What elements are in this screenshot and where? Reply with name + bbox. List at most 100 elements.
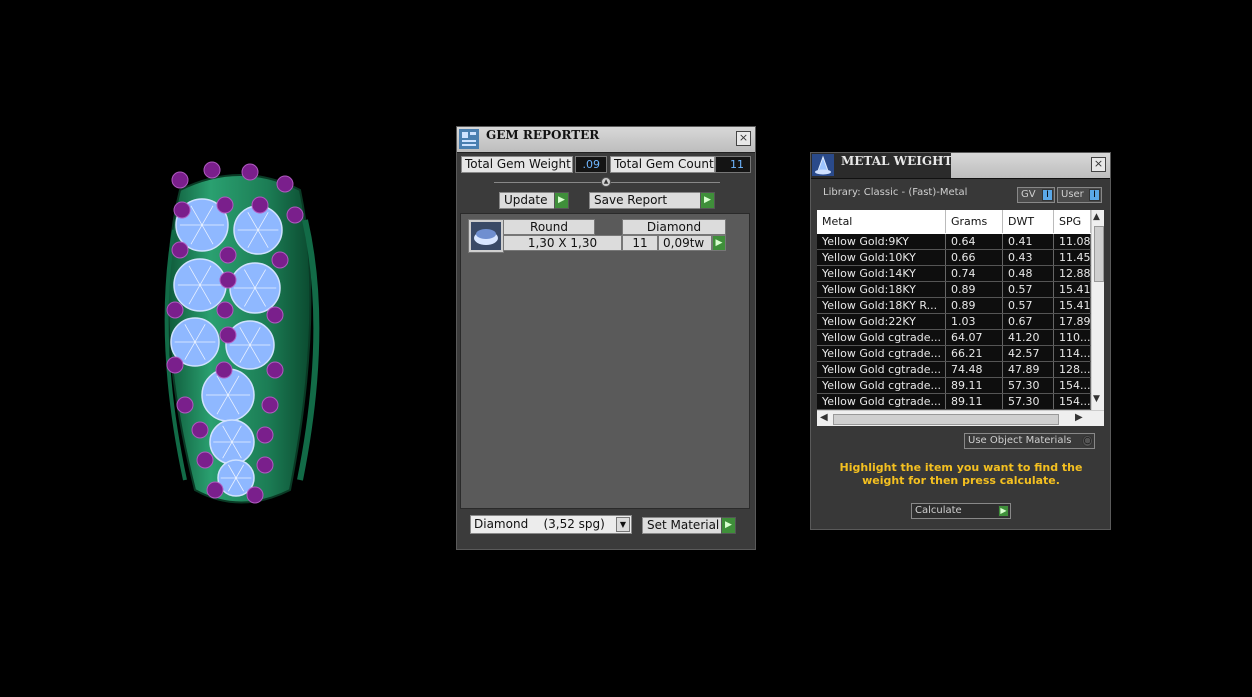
calculate-button[interactable]: Calculate ▶ [911, 503, 1011, 519]
prong [176, 396, 194, 414]
table-row[interactable]: Yellow Gold:9KY 0.64 0.41 11.08 [817, 234, 1091, 250]
table-cell: 0.64 [946, 234, 1003, 249]
prong [196, 451, 214, 469]
table-cell: 15.41 [1054, 298, 1091, 313]
table-cell: Yellow Gold cgtrade... [817, 394, 946, 409]
h-scrollbar-thumb[interactable] [833, 414, 1059, 425]
material-select-value: Diamond (3,52 spg) [474, 517, 605, 531]
table-cell: Yellow Gold cgtrade... [817, 362, 946, 377]
metal-weights-close-icon[interactable]: × [1091, 157, 1106, 172]
table-cell: 0.67 [1003, 314, 1054, 329]
table-cell: Yellow Gold:18KY R... [817, 298, 946, 313]
scroll-left-icon[interactable]: ◀ [820, 412, 828, 423]
use-object-materials-toggle[interactable]: Use Object Materials ○ [964, 433, 1095, 449]
use-object-materials-indicator-icon: ○ [1082, 435, 1093, 447]
material-select[interactable]: Diamond (3,52 spg) ▼ [470, 515, 632, 534]
table-row[interactable]: Yellow Gold:18KY R... 0.89 0.57 15.41 [817, 298, 1091, 314]
user-toggle[interactable]: User I [1057, 187, 1102, 203]
vertical-scrollbar[interactable]: ▲ ▼ [1091, 210, 1104, 410]
user-toggle-indicator-icon: I [1089, 189, 1100, 201]
update-go-icon: ▶ [554, 192, 569, 209]
table-row[interactable]: Yellow Gold:14KY 0.74 0.48 12.88 [817, 266, 1091, 282]
prong [166, 301, 184, 319]
prong [171, 241, 189, 259]
column-header-dwt[interactable]: DWT [1003, 210, 1054, 233]
user-toggle-label: User [1061, 189, 1084, 200]
prong [206, 481, 224, 499]
column-header-spg[interactable]: SPG [1054, 210, 1091, 233]
gem-reporter-titlebar[interactable]: GEM REPORTER × [457, 127, 755, 153]
table-row[interactable]: Yellow Gold:22KY 1.03 0.67 17.89 [817, 314, 1091, 330]
gem-count: 11 [622, 235, 658, 251]
table-cell: 57.30 [1003, 378, 1054, 393]
table-cell: 47.89 [1003, 362, 1054, 377]
prong [173, 201, 191, 219]
viewport-ring-model[interactable] [140, 160, 340, 520]
prong [191, 421, 209, 439]
column-header-grams[interactable]: Grams [946, 210, 1003, 233]
total-gem-weight-value: .09 [575, 156, 607, 173]
gem-list-item[interactable]: Round Diamond 1,30 X 1,30 11 0,09tw ▶ [468, 219, 726, 253]
gem-reporter-close-icon[interactable]: × [736, 131, 751, 146]
table-row[interactable]: Yellow Gold cgtrade... 74.48 47.89 128... [817, 362, 1091, 378]
gem-reporter-panel: GEM REPORTER × Total Gem Weight .09 Tota… [456, 126, 756, 550]
prong [266, 306, 284, 324]
table-row[interactable]: Yellow Gold cgtrade... 64.07 41.20 110... [817, 330, 1091, 346]
table-cell: 11.08 [1054, 234, 1091, 249]
metal-weights-titlebar[interactable]: METAL WEIGHTS × [811, 153, 1110, 179]
prong [171, 171, 189, 189]
table-cell: 17.89 [1054, 314, 1091, 329]
prong [286, 206, 304, 224]
round-gem-thumbnail-icon [468, 219, 504, 253]
column-header-metal[interactable]: Metal [817, 210, 946, 233]
scroll-down-icon[interactable]: ▼ [1093, 394, 1100, 404]
total-gem-weight-label: Total Gem Weight [461, 156, 573, 173]
gv-toggle[interactable]: GV I [1017, 187, 1055, 203]
table-cell: Yellow Gold:22KY [817, 314, 946, 329]
update-button-label: Update [504, 193, 548, 207]
prong [216, 301, 234, 319]
table-cell: 0.57 [1003, 282, 1054, 297]
gem-reporter-app-icon [459, 129, 479, 149]
chevron-down-icon: ▼ [616, 517, 630, 532]
metal-weights-title: METAL WEIGHTS [841, 154, 962, 168]
table-cell: 12.88 [1054, 266, 1091, 281]
table-cell: Yellow Gold:14KY [817, 266, 946, 281]
table-cell: Yellow Gold:10KY [817, 250, 946, 265]
update-button[interactable]: Update ▶ [499, 192, 569, 209]
table-row[interactable]: Yellow Gold:18KY 0.89 0.57 15.41 [817, 282, 1091, 298]
prong [219, 271, 237, 289]
gem-material: Diamond [622, 219, 726, 235]
set-material-button[interactable]: Set Material ▶ [642, 517, 736, 534]
gem-row-go-button[interactable]: ▶ [712, 235, 726, 251]
table-cell: 114... [1054, 346, 1091, 361]
table-row[interactable]: Yellow Gold:10KY 0.66 0.43 11.45 [817, 250, 1091, 266]
save-report-button[interactable]: Save Report ▶ [589, 192, 715, 209]
metal-weights-table: Metal Grams DWT SPG Yellow Gold:9KY 0.64 0… [817, 210, 1104, 426]
table-cell: 64.07 [946, 330, 1003, 345]
use-object-materials-label: Use Object Materials [968, 435, 1072, 446]
save-report-go-icon: ▶ [700, 192, 715, 209]
gv-toggle-indicator-icon: I [1042, 189, 1053, 201]
table-row[interactable]: Yellow Gold cgtrade... 66.21 42.57 114... [817, 346, 1091, 362]
total-gem-count-value: 11 [715, 156, 751, 173]
table-cell: 154... [1054, 394, 1091, 409]
table-cell: 11.45 [1054, 250, 1091, 265]
scroll-right-icon[interactable]: ▶ [1075, 412, 1083, 423]
table-row[interactable]: Yellow Gold cgtrade... 89.11 57.30 154... [817, 394, 1091, 410]
table-cell: 57.30 [1003, 394, 1054, 409]
prong [203, 161, 221, 179]
table-cell: 110... [1054, 330, 1091, 345]
panel-splitter-handle[interactable]: ▲ [601, 177, 611, 187]
prong [216, 196, 234, 214]
prong [266, 361, 284, 379]
table-cell: 15.41 [1054, 282, 1091, 297]
horizontal-scrollbar[interactable]: ◀ ▶ [817, 410, 1104, 426]
scrollbar-thumb[interactable] [1094, 226, 1104, 282]
table-cell: 0.66 [946, 250, 1003, 265]
prong [246, 486, 264, 504]
table-row[interactable]: Yellow Gold cgtrade... 89.11 57.30 154... [817, 378, 1091, 394]
gv-toggle-label: GV [1021, 189, 1036, 200]
scroll-up-icon[interactable]: ▲ [1093, 212, 1100, 222]
table-cell: 74.48 [946, 362, 1003, 377]
